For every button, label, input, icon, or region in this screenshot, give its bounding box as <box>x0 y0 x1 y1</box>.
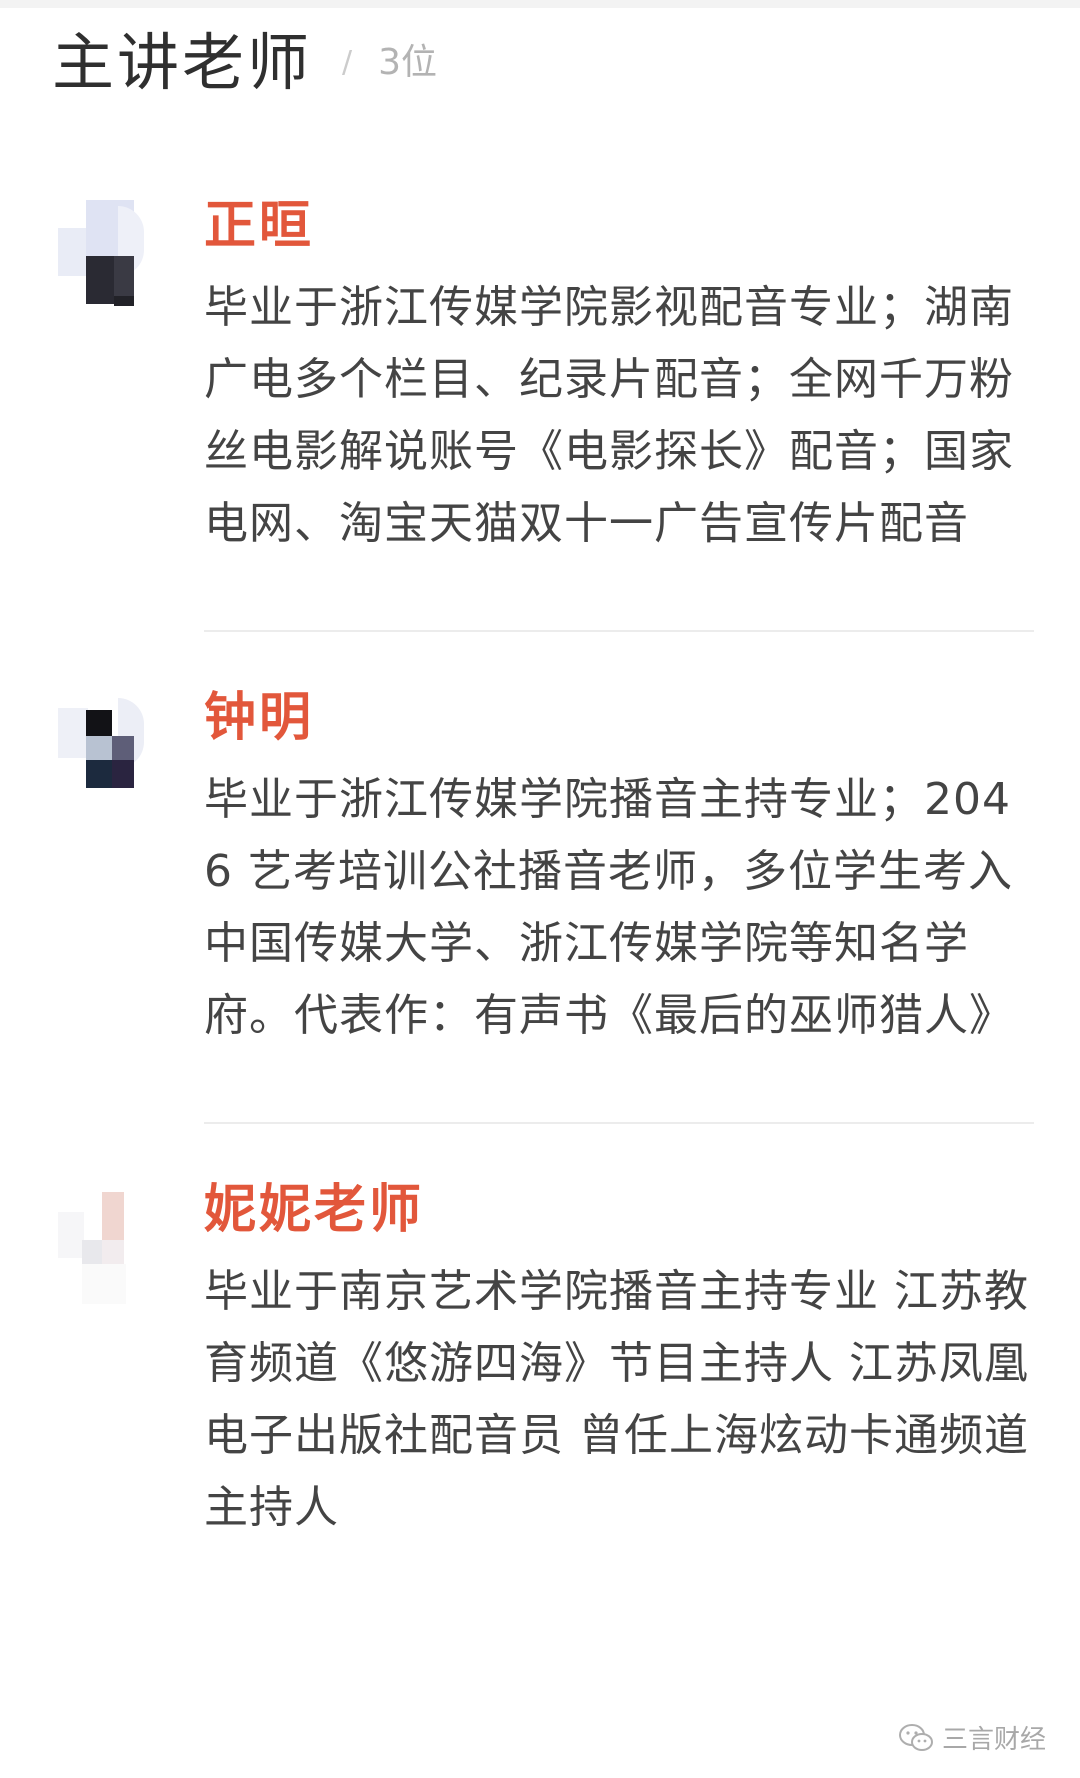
divider <box>204 630 1034 632</box>
top-strip <box>0 0 1080 8</box>
watermark-text: 三言财经 <box>941 1725 1046 1755</box>
avatar[interactable] <box>58 1192 148 1310</box>
teacher-name: 正晅 <box>204 196 315 256</box>
avatar[interactable] <box>58 698 148 816</box>
watermark: 三言财经 <box>898 1719 1046 1756</box>
teacher-name: 妮妮老师 <box>204 1180 425 1240</box>
divider <box>204 1122 1034 1124</box>
avatar[interactable] <box>58 200 148 318</box>
teacher-bio: 毕业于浙江传媒学院播音主持专业；2046 艺考培训公社播音老师，多位学生考入中国… <box>204 774 1014 1041</box>
teacher-name: 钟明 <box>204 688 315 748</box>
section-title: 主讲老师 <box>52 26 313 99</box>
teacher-bio: 毕业于南京艺术学院播音主持专业 江苏教育频道《悠游四海》节目主持人 江苏凤凰电子… <box>204 1266 1029 1533</box>
wechat-icon <box>898 1723 933 1751</box>
section-header: 主讲老师 / 3位 <box>52 18 437 108</box>
teacher-bio: 毕业于浙江传媒学院影视配音专业；湖南广电多个栏目、纪录片配音；全网千万粉丝电影解… <box>204 282 1014 549</box>
title-separator: / <box>342 45 353 80</box>
teacher-count: 3位 <box>378 42 438 83</box>
